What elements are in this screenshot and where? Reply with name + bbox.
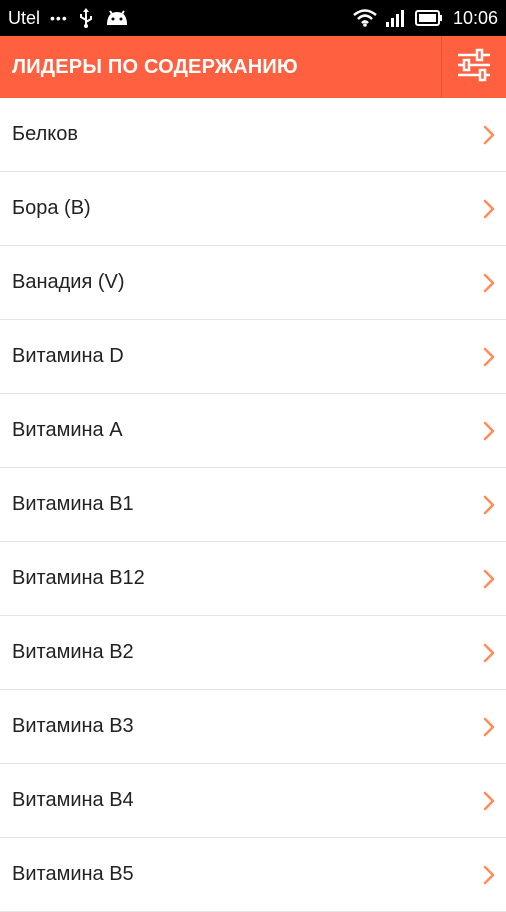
list-item[interactable]: Витамина В12 xyxy=(0,542,506,616)
status-right: 10:06 xyxy=(353,8,498,29)
list-item-label: Витамина В5 xyxy=(12,863,134,885)
page-title: ЛИДЕРЫ ПО СОДЕРЖАНИЮ xyxy=(12,55,298,78)
status-left: Utel ••• xyxy=(8,8,130,29)
filter-button[interactable] xyxy=(441,36,506,98)
list-item-label: Витамина А xyxy=(12,419,123,441)
android-icon xyxy=(104,9,130,27)
chevron-right-icon xyxy=(482,420,496,442)
list-item-label: Витамина В12 xyxy=(12,567,145,589)
app-bar: ЛИДЕРЫ ПО СОДЕРЖАНИЮ xyxy=(0,36,506,98)
list-item[interactable]: Витамина В2 xyxy=(0,616,506,690)
list-item[interactable]: Витамина В5 xyxy=(0,838,506,912)
list-item-label: Витамина В3 xyxy=(12,715,134,737)
chevron-right-icon xyxy=(482,198,496,220)
battery-icon xyxy=(414,10,443,26)
list-item[interactable]: Витамина В1 xyxy=(0,468,506,542)
usb-icon xyxy=(78,8,94,28)
list-item[interactable]: Белков xyxy=(0,98,506,172)
list-item-label: Витамина D xyxy=(12,345,124,367)
list-item[interactable]: Ванадия (V) xyxy=(0,246,506,320)
chevron-right-icon xyxy=(482,716,496,738)
chevron-right-icon xyxy=(482,568,496,590)
chevron-right-icon xyxy=(482,642,496,664)
list-item[interactable]: Бора (B) xyxy=(0,172,506,246)
sliders-icon xyxy=(456,48,492,87)
list-item-label: Белков xyxy=(12,123,78,145)
list-item-label: Витамина В2 xyxy=(12,641,134,663)
list-item-label: Ванадия (V) xyxy=(12,271,125,293)
carrier-name: Utel xyxy=(8,7,41,28)
chevron-right-icon xyxy=(482,494,496,516)
chevron-right-icon xyxy=(482,790,496,812)
list-item-label: Бора (B) xyxy=(12,197,91,219)
list-item[interactable]: Витамина В3 xyxy=(0,690,506,764)
chevron-right-icon xyxy=(482,272,496,294)
list-item-label: Витамина В1 xyxy=(12,493,134,515)
signal-icon xyxy=(385,9,407,27)
wifi-icon xyxy=(353,9,377,27)
clock: 10:06 xyxy=(452,7,498,28)
nutrient-list: Белков Бора (B) Ванадия (V) Витамина D Витам… xyxy=(0,98,506,912)
list-item[interactable]: Витамина А xyxy=(0,394,506,468)
list-item-label: Витамина В4 xyxy=(12,789,134,811)
list-item[interactable]: Витамина D xyxy=(0,320,506,394)
list-item[interactable]: Витамина В4 xyxy=(0,764,506,838)
more-notifications: ••• xyxy=(50,10,68,26)
status-bar: Utel ••• 10:06 xyxy=(0,0,506,36)
chevron-right-icon xyxy=(482,124,496,146)
chevron-right-icon xyxy=(482,864,496,886)
chevron-right-icon xyxy=(482,346,496,368)
